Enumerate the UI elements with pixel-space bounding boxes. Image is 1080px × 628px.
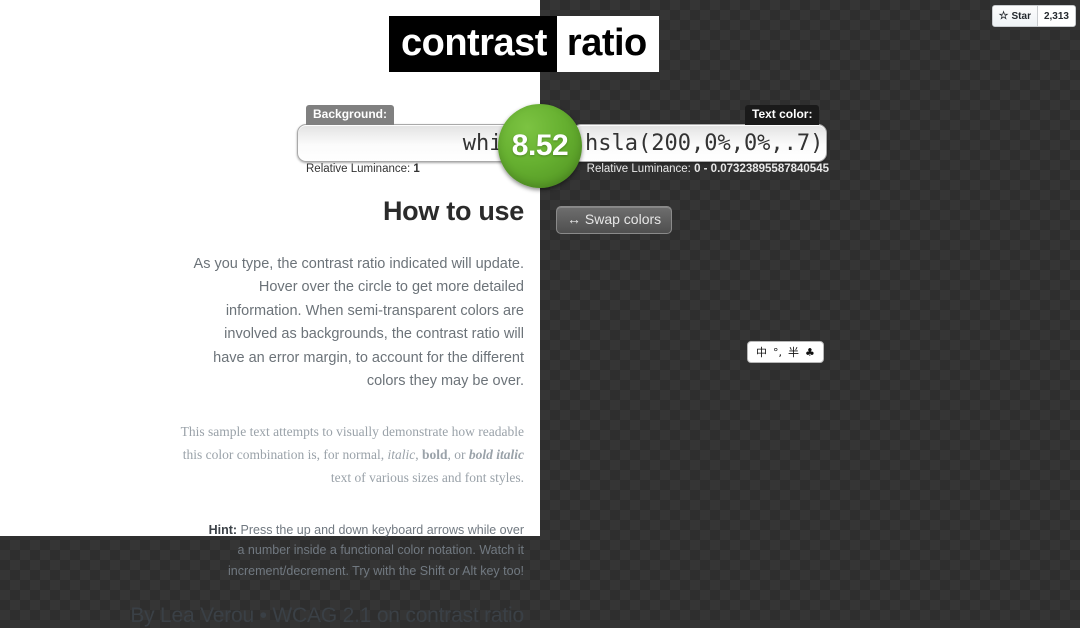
ime-toolbar[interactable]: 中 °, 半 ♣ <box>747 341 824 363</box>
star-icon: ☆ <box>998 9 1009 22</box>
contrast-ratio-circle[interactable]: 8.52 <box>498 104 582 188</box>
text-color-input[interactable]: hsla(200,0%,0%,.7) <box>572 124 827 162</box>
page-title-contrast: contrast <box>389 16 557 72</box>
swap-colors-button[interactable]: ↔ Swap colors <box>556 206 673 234</box>
footer-credits: By Lea Verou • WCAG 2.1 on contrast rati… <box>130 603 524 627</box>
sample-text-bold: bold <box>421 447 448 463</box>
github-star-button[interactable]: ☆ Star <box>992 6 1038 26</box>
ime-options-icon[interactable]: ♣ <box>805 347 815 358</box>
ime-punctuation-mode-icon[interactable]: °, <box>773 347 782 358</box>
text-color-field-label: Text color: <box>745 105 820 126</box>
hint-text: Press the up and down keyboard arrows wh… <box>228 522 524 579</box>
text-color-luminance-value: 0 - 0.07323895587840545 <box>694 163 829 175</box>
intro-paragraph: As you type, the contrast ratio indicate… <box>193 256 524 390</box>
how-to-use-heading: How to use <box>382 196 524 226</box>
ime-width-mode-icon[interactable]: 半 <box>788 347 799 358</box>
contrast-ratio-value: 8.52 <box>511 129 569 162</box>
hint-paragraph: Hint: Press the up and down keyboard arr… <box>0 520 524 582</box>
background-relative-luminance: Relative Luminance: 1 <box>306 163 420 175</box>
how-to-use-section: How to use As you type, the contrast rat… <box>0 196 524 628</box>
github-star-label: Star <box>1011 10 1031 22</box>
text-color-relative-luminance: Relative Luminance: 0 - 0.07323895587840… <box>587 163 829 175</box>
sample-text-bold-italic: bold italic <box>468 447 524 463</box>
page-title: contrast ratio <box>389 16 659 72</box>
github-star-widget[interactable]: ☆ Star 2,313 <box>991 5 1076 27</box>
github-star-count[interactable]: 2,313 <box>1037 6 1075 26</box>
ime-language-mode-icon[interactable]: 中 <box>756 347 767 358</box>
text-color-luminance-label: Relative Luminance: <box>586 163 691 175</box>
sample-text-paragraph: This sample text attempts to visually de… <box>0 420 524 490</box>
sample-text-part2: text of various sizes and font styles. <box>330 470 524 486</box>
sample-text-sep1: , <box>415 447 422 463</box>
background-luminance-label: Relative Luminance: <box>306 163 411 175</box>
sample-text-sep2: , or <box>447 447 469 463</box>
background-luminance-value: 1 <box>413 163 420 175</box>
hint-label: Hint: <box>208 522 238 537</box>
page-title-ratio: ratio <box>556 16 659 72</box>
background-field-label: Background: <box>306 105 395 126</box>
sample-text-italic: italic <box>387 447 416 463</box>
